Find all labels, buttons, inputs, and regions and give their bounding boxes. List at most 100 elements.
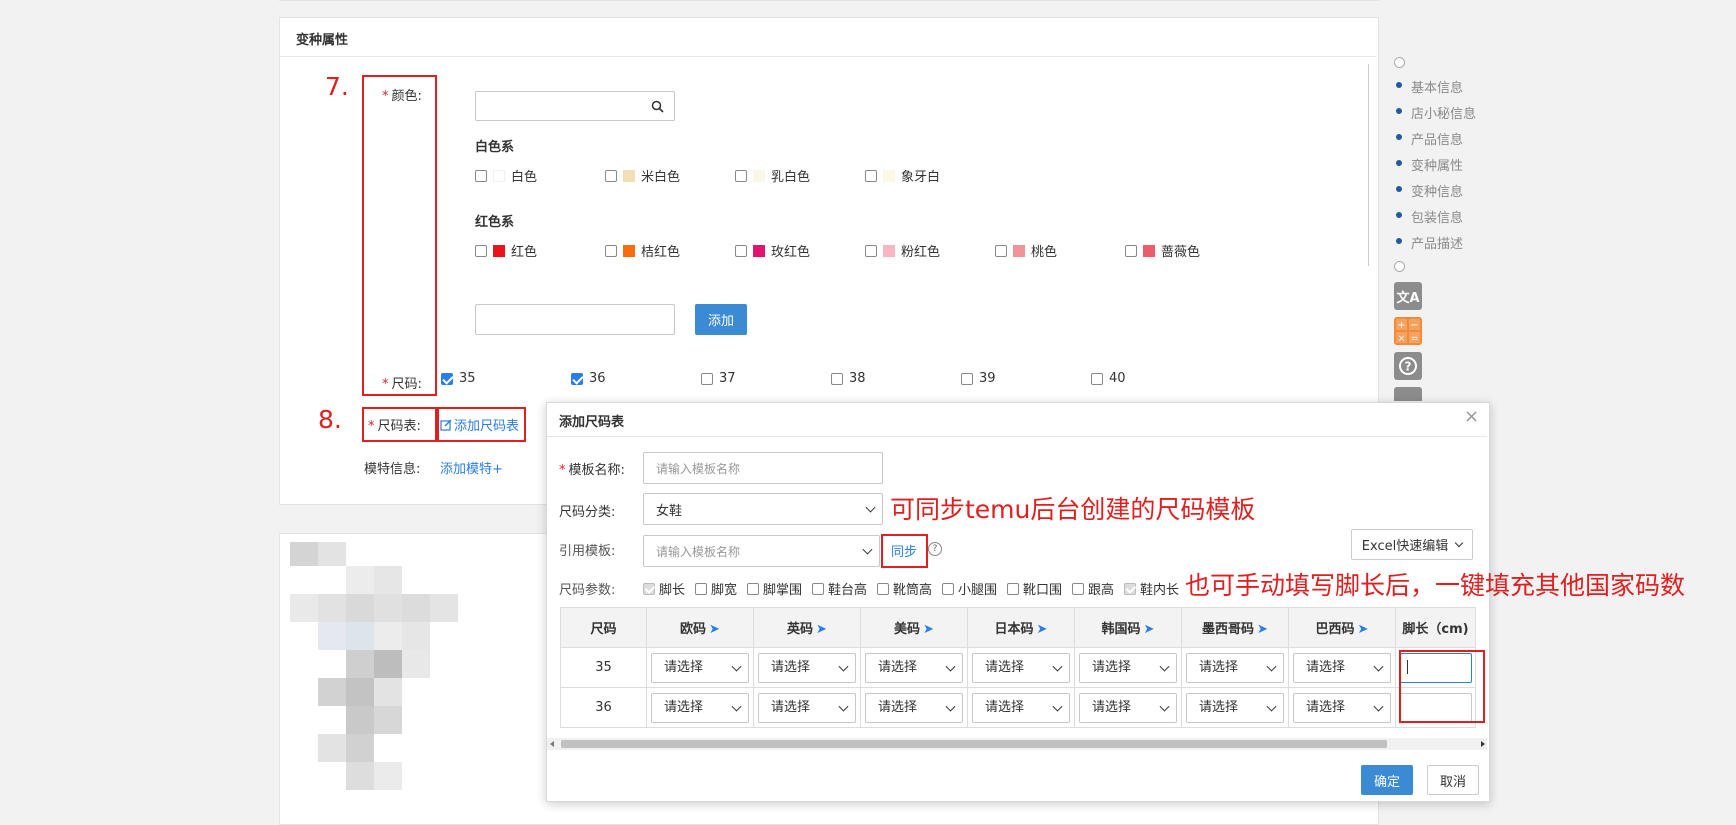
jp-size-select[interactable]: 请选择: [972, 652, 1070, 683]
mx-size-select[interactable]: 请选择: [1186, 692, 1284, 723]
size-category-select[interactable]: 女鞋: [643, 493, 883, 525]
checkbox[interactable]: [571, 372, 583, 385]
checkbox[interactable]: [1125, 244, 1137, 257]
kr-size-select[interactable]: 请选择: [1079, 692, 1177, 723]
size-option[interactable]: 40: [1091, 371, 1126, 386]
param-option[interactable]: 脚掌围: [747, 579, 802, 598]
color-option[interactable]: 米白色: [605, 166, 680, 185]
param-option[interactable]: 脚长: [643, 579, 685, 598]
size-option[interactable]: 38: [831, 371, 866, 386]
col-header-br[interactable]: 巴西码 ➤: [1288, 607, 1396, 648]
col-header-us[interactable]: 美码 ➤: [860, 607, 968, 648]
size-option[interactable]: 37: [701, 371, 736, 386]
param-option[interactable]: 鞋内长: [1124, 579, 1179, 598]
us-size-select[interactable]: 请选择: [865, 692, 963, 723]
param-option[interactable]: 靴口围: [1007, 579, 1062, 598]
checkbox[interactable]: [995, 244, 1007, 257]
br-size-select[interactable]: 请选择: [1293, 692, 1391, 723]
color-option[interactable]: 象牙白: [865, 166, 940, 185]
checkbox[interactable]: [475, 244, 487, 257]
send-icon[interactable]: ➤: [1257, 622, 1268, 637]
checkbox[interactable]: [1124, 582, 1136, 595]
color-option[interactable]: 桃色: [995, 241, 1057, 260]
param-option[interactable]: 靴筒高: [877, 579, 932, 598]
col-header-kr[interactable]: 韩国码 ➤: [1074, 607, 1182, 648]
scroll-left-arrow-icon[interactable]: [550, 741, 554, 747]
param-option[interactable]: 脚宽: [695, 579, 737, 598]
checkbox[interactable]: [1072, 582, 1084, 595]
help-circle-icon[interactable]: ?: [928, 542, 942, 556]
checkbox[interactable]: [643, 582, 655, 595]
nav-item-package-info[interactable]: 包装信息: [1411, 207, 1463, 226]
nav-item-dianxiaomi-info[interactable]: 店小秘信息: [1411, 103, 1476, 122]
send-icon[interactable]: ➤: [816, 622, 827, 637]
send-icon[interactable]: ➤: [923, 622, 934, 637]
confirm-button[interactable]: 确定: [1361, 765, 1413, 795]
scroll-right-arrow-icon[interactable]: [1481, 741, 1485, 747]
checkbox[interactable]: [1007, 582, 1019, 595]
checkbox[interactable]: [605, 169, 617, 182]
kr-size-select[interactable]: 请选择: [1079, 652, 1177, 683]
eu-size-select[interactable]: 请选择: [651, 692, 749, 723]
color-option[interactable]: 玫红色: [735, 241, 810, 260]
scroll-top-icon[interactable]: [1394, 387, 1422, 401]
size-option[interactable]: 39: [961, 371, 996, 386]
color-option[interactable]: 桔红色: [605, 241, 680, 260]
ref-template-select[interactable]: 请输入模板名称: [643, 535, 880, 567]
checkbox[interactable]: [831, 372, 843, 385]
calculator-icon[interactable]: + − × =: [1394, 317, 1422, 345]
checkbox[interactable]: [942, 582, 954, 595]
nav-item-product-description[interactable]: 产品描述: [1411, 233, 1463, 252]
nav-item-basic-info[interactable]: 基本信息: [1411, 77, 1463, 96]
send-icon[interactable]: ➤: [1144, 622, 1155, 637]
checkbox[interactable]: [747, 582, 759, 595]
size-option[interactable]: 36: [571, 371, 606, 386]
custom-color-input[interactable]: [475, 304, 675, 335]
br-size-select[interactable]: 请选择: [1293, 652, 1391, 683]
col-header-uk[interactable]: 英码 ➤: [753, 607, 861, 648]
color-option[interactable]: 蔷薇色: [1125, 241, 1200, 260]
template-name-input[interactable]: 请输入模板名称: [643, 452, 883, 484]
scrollbar-thumb[interactable]: [561, 740, 1387, 748]
translate-icon[interactable]: 文A: [1394, 282, 1422, 310]
checkbox[interactable]: [877, 582, 889, 595]
color-search-input[interactable]: [475, 91, 675, 121]
help-icon[interactable]: ?: [1394, 352, 1422, 380]
send-icon[interactable]: ➤: [1037, 622, 1048, 637]
param-option[interactable]: 鞋台高: [812, 579, 867, 598]
jp-size-select[interactable]: 请选择: [972, 692, 1070, 723]
dialog-close-icon[interactable]: ×: [1464, 406, 1479, 427]
param-option[interactable]: 小腿围: [942, 579, 997, 598]
col-header-mx[interactable]: 墨西哥码 ➤: [1181, 607, 1289, 648]
send-icon[interactable]: ➤: [1358, 622, 1369, 637]
col-header-eu[interactable]: 欧码 ➤: [646, 607, 754, 648]
color-option[interactable]: 红色: [475, 241, 537, 260]
color-option[interactable]: 乳白色: [735, 166, 810, 185]
add-model-link[interactable]: 添加模特+: [440, 458, 503, 477]
checkbox[interactable]: [701, 372, 713, 385]
uk-size-select[interactable]: 请选择: [758, 692, 856, 723]
checkbox[interactable]: [865, 244, 877, 257]
color-option[interactable]: 粉红色: [865, 241, 940, 260]
nav-item-variant-attributes[interactable]: 变种属性: [1411, 155, 1463, 174]
col-header-jp[interactable]: 日本码 ➤: [967, 607, 1075, 648]
checkbox[interactable]: [961, 372, 973, 385]
checkbox[interactable]: [735, 244, 747, 257]
excel-quick-edit-button[interactable]: Excel快速编辑: [1351, 529, 1473, 560]
checkbox[interactable]: [812, 582, 824, 595]
send-icon[interactable]: ➤: [709, 622, 720, 637]
checkbox[interactable]: [441, 372, 453, 385]
mx-size-select[interactable]: 请选择: [1186, 652, 1284, 683]
param-option[interactable]: 跟高: [1072, 579, 1114, 598]
size-option[interactable]: 35: [441, 371, 476, 386]
us-size-select[interactable]: 请选择: [865, 652, 963, 683]
cancel-button[interactable]: 取消: [1427, 765, 1479, 795]
checkbox[interactable]: [695, 582, 707, 595]
nav-item-variant-info[interactable]: 变种信息: [1411, 181, 1463, 200]
checkbox[interactable]: [475, 169, 487, 182]
checkbox[interactable]: [735, 169, 747, 182]
color-option[interactable]: 白色: [475, 166, 537, 185]
checkbox[interactable]: [865, 169, 877, 182]
add-color-button[interactable]: 添加: [695, 304, 747, 335]
uk-size-select[interactable]: 请选择: [758, 652, 856, 683]
